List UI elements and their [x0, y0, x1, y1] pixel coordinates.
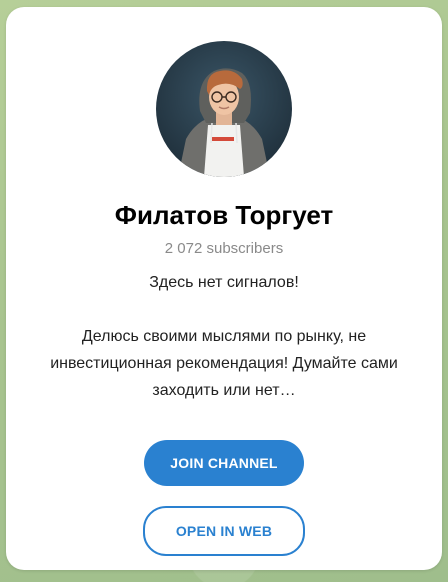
channel-description: Здесь нет сигналов! Делюсь своими мыслям…	[34, 269, 414, 404]
description-line-2: Делюсь своими мыслями по рынку, не инвес…	[50, 328, 398, 399]
subscriber-count: 2 072 subscribers	[164, 240, 284, 257]
channel-title: Филатов Торгует	[114, 200, 334, 230]
description-line-1: Здесь нет сигналов!	[149, 274, 299, 291]
join-channel-button[interactable]: JOIN CHANNEL	[144, 440, 304, 486]
avatar-photo-icon	[156, 41, 292, 177]
channel-preview-card: Филатов Торгует 2 072 subscribers Здесь …	[6, 7, 442, 570]
channel-avatar	[156, 41, 292, 177]
open-in-web-button[interactable]: OPEN IN WEB	[143, 506, 305, 556]
